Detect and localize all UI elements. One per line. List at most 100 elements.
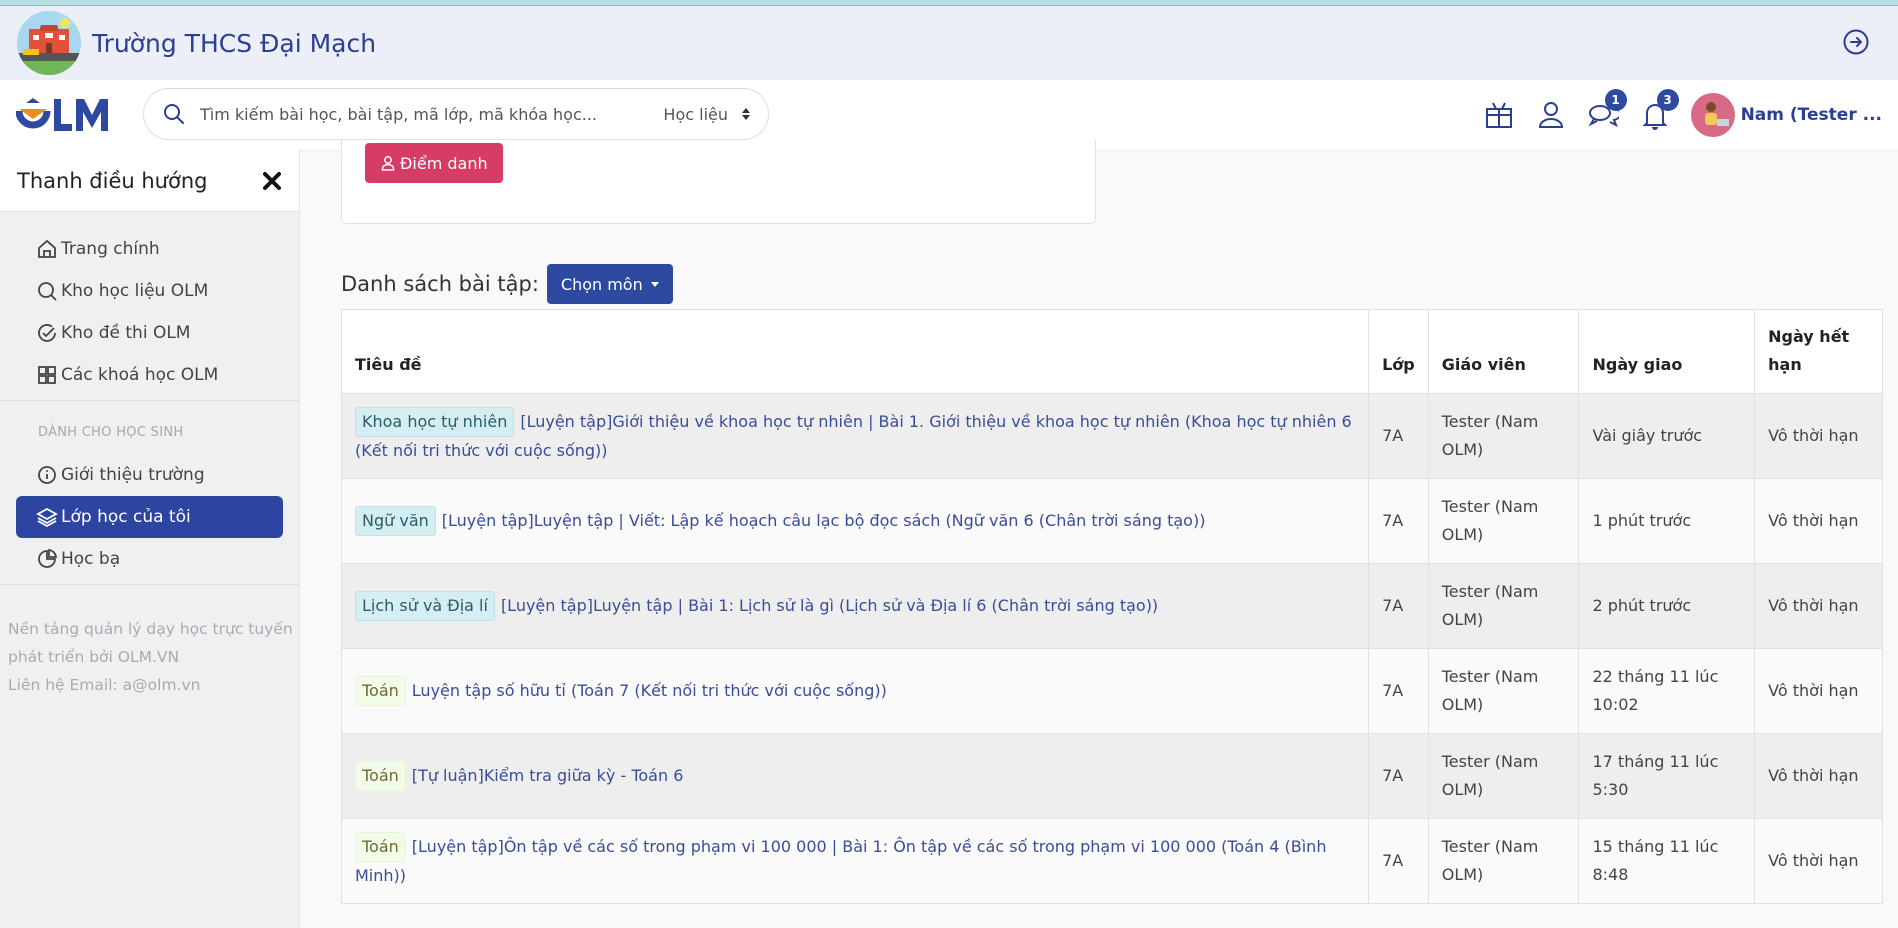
footer-line: phát triển bởi OLM.VN — [8, 648, 180, 666]
olm-logo[interactable] — [16, 95, 118, 135]
school-building-logo — [17, 11, 81, 75]
assignment-title-link[interactable]: [Luyện tập]Ôn tập về các số trong phạm v… — [355, 837, 1326, 885]
search-icon — [38, 282, 57, 301]
sidebar-menu: Trang chính Kho học liệu OLM Kho đề thi … — [0, 212, 299, 699]
attendance-label: Điểm danh — [400, 153, 488, 173]
subject-tag: Ngữ văn — [355, 506, 436, 536]
sidebar-item-library[interactable]: Kho học liệu OLM — [16, 270, 283, 312]
cell-due-date: Vô thời hạn — [1754, 818, 1883, 904]
subject-tag: Lịch sử và Địa lí — [355, 591, 495, 621]
cell-due-date: Vô thời hạn — [1754, 563, 1883, 649]
table-row[interactable]: Lịch sử và Địa lí [Luyện tập]Luyện tập | … — [340, 563, 1883, 649]
sidebar-item-courses[interactable]: Các khoá học OLM — [16, 354, 283, 396]
close-icon[interactable] — [261, 170, 283, 192]
select-subject-label: Chọn môn — [560, 274, 643, 294]
cell-teacher: Tester (Nam OLM) — [1427, 818, 1580, 904]
assignment-title-link[interactable]: [Luyện tập]Luyện tập | Viết: Lập kế hoạc… — [442, 511, 1206, 530]
pie-chart-icon — [38, 548, 58, 568]
info-icon — [38, 466, 56, 484]
table-row[interactable]: Toán [Tự luận]Kiểm tra giữa kỳ - Toán 6 7A… — [340, 733, 1883, 819]
cell-class: 7A — [1368, 818, 1429, 904]
search-bar: Học liệu — [143, 88, 769, 140]
cell-title: Toán [Tự luận]Kiểm tra giữa kỳ - Toán 6 — [340, 733, 1370, 819]
arrow-right-circle-icon[interactable] — [1842, 28, 1870, 56]
search-input[interactable] — [200, 104, 620, 124]
divider — [0, 400, 299, 401]
subject-tag: Toán — [355, 761, 406, 791]
school-bar: Trường THCS Đại Mạch — [0, 6, 1898, 80]
gift-icon[interactable] — [1483, 99, 1515, 131]
cell-assigned-date: 17 tháng 11 lúc 5:30 — [1578, 733, 1756, 819]
sidebar-item-label: Kho đề thi OLM — [61, 323, 191, 343]
sidebar-item-label: Các khoá học OLM — [61, 365, 219, 385]
cell-teacher: Tester (Nam OLM) — [1427, 478, 1580, 564]
search-scope-select[interactable]: Học liệu — [663, 105, 750, 124]
subject-tag: Toán — [355, 676, 406, 706]
sidebar-item-school-intro[interactable]: Giới thiệu trường — [16, 454, 283, 496]
school-name: Trường THCS Đại Mạch — [92, 28, 377, 58]
sidebar-item-exams[interactable]: Kho đề thi OLM — [16, 312, 283, 354]
assignment-table: Tiêu đề Lớp Giáo viên Ngày giao Ngày hết… — [340, 309, 1883, 904]
footer-contact: Liên hệ Email: a@olm.vn — [8, 676, 201, 694]
divider — [0, 584, 299, 585]
table-row[interactable]: Khoa học tự nhiên [Luyện tập]Giới thiệu v… — [340, 393, 1883, 479]
cell-teacher: Tester (Nam OLM) — [1427, 733, 1580, 819]
sidebar-item-label: Lớp học của tôi — [61, 507, 191, 527]
assignment-title-link[interactable]: Luyện tập số hữu tỉ (Toán 7 (Kết nối tri… — [412, 681, 887, 700]
assignment-title-link[interactable]: [Luyện tập]Luyện tập | Bài 1: Lịch sử là… — [501, 596, 1158, 615]
notification-badge: 3 — [1656, 89, 1679, 111]
table-row[interactable]: Toán [Luyện tập]Ôn tập về các số trong ph… — [340, 818, 1883, 904]
user-icon[interactable] — [1535, 99, 1567, 131]
footer-line: Nền tảng quản lý dạy học trực tuyến — [8, 620, 293, 638]
user-menu[interactable]: Nam (Tester ... — [1690, 93, 1882, 137]
user-name: Nam (Tester ... — [1740, 105, 1882, 125]
chat-icon[interactable]: 1 — [1587, 89, 1627, 131]
cell-due-date: Vô thời hạn — [1754, 393, 1883, 479]
assignment-list-header: Danh sách bài tập: Chọn môn — [341, 264, 673, 304]
assignment-title-link[interactable]: [Tự luận]Kiểm tra giữa kỳ - Toán 6 — [412, 766, 684, 785]
select-subject-dropdown[interactable]: Chọn môn — [546, 264, 673, 304]
sidebar-item-report-card[interactable]: Học bạ — [16, 538, 283, 580]
sidebar-item-label: Trang chính — [61, 239, 160, 259]
caret-down-icon — [650, 281, 659, 287]
grid-icon — [38, 366, 56, 384]
check-circle-icon — [38, 324, 56, 342]
subject-tag: Toán — [355, 832, 406, 862]
search-scope-value: Học liệu — [663, 104, 728, 124]
table-row[interactable]: Ngữ văn [Luyện tập]Luyện tập | Viết: Lập … — [340, 478, 1883, 564]
sidebar-title: Thanh điều hướng — [17, 168, 208, 193]
main-content: Điểm danh Danh sách bài tập: Chọn môn Ti… — [301, 140, 1898, 928]
subject-tag: Khoa học tự nhiên — [355, 407, 515, 437]
sidebar-item-my-classes[interactable]: Lớp học của tôi — [16, 496, 283, 538]
cell-due-date: Vô thời hạn — [1754, 733, 1883, 819]
cell-assigned-date: Vài giây trước — [1578, 393, 1756, 479]
header-assigned-date: Ngày giao — [1578, 309, 1756, 394]
section-label: DÀNH CHO HỌC SINH — [38, 425, 184, 440]
cell-assigned-date: 1 phút trước — [1578, 478, 1756, 564]
chat-badge: 1 — [1604, 89, 1627, 111]
class-card: Điểm danh — [341, 140, 1096, 224]
home-icon — [38, 239, 56, 258]
cell-title: Ngữ văn [Luyện tập]Luyện tập | Viết: Lập … — [340, 478, 1370, 564]
cell-assigned-date: 15 tháng 11 lúc 8:48 — [1578, 818, 1756, 904]
cell-assigned-date: 22 tháng 11 lúc 10:02 — [1578, 648, 1756, 734]
user-icon — [381, 156, 395, 171]
bell-icon[interactable]: 3 — [1639, 89, 1679, 131]
cell-teacher: Tester (Nam OLM) — [1427, 563, 1580, 649]
attendance-button[interactable]: Điểm danh — [365, 143, 503, 183]
cell-title: Khoa học tự nhiên [Luyện tập]Giới thiệu v… — [340, 393, 1370, 479]
cell-due-date: Vô thời hạn — [1754, 648, 1883, 734]
sidebar-item-label: Kho học liệu OLM — [61, 281, 209, 301]
cell-title: Toán [Luyện tập]Ôn tập về các số trong ph… — [340, 818, 1370, 904]
nav-icons: 1 3 Nam (Tester ... — [1483, 80, 1898, 150]
sidebar-footer: Nền tảng quản lý dạy học trực tuyến phát… — [0, 589, 299, 699]
table-row[interactable]: Toán Luyện tập số hữu tỉ (Toán 7 (Kết nối… — [340, 648, 1883, 734]
sidebar: Thanh điều hướng Trang chính Kho học liệ… — [0, 150, 300, 928]
avatar — [1690, 93, 1735, 137]
sidebar-item-home[interactable]: Trang chính — [16, 228, 283, 270]
search-icon — [164, 104, 184, 124]
cell-class: 7A — [1368, 563, 1429, 649]
sidebar-item-label: Giới thiệu trường — [61, 465, 205, 485]
cell-class: 7A — [1368, 478, 1429, 564]
header-teacher: Giáo viên — [1427, 309, 1580, 394]
